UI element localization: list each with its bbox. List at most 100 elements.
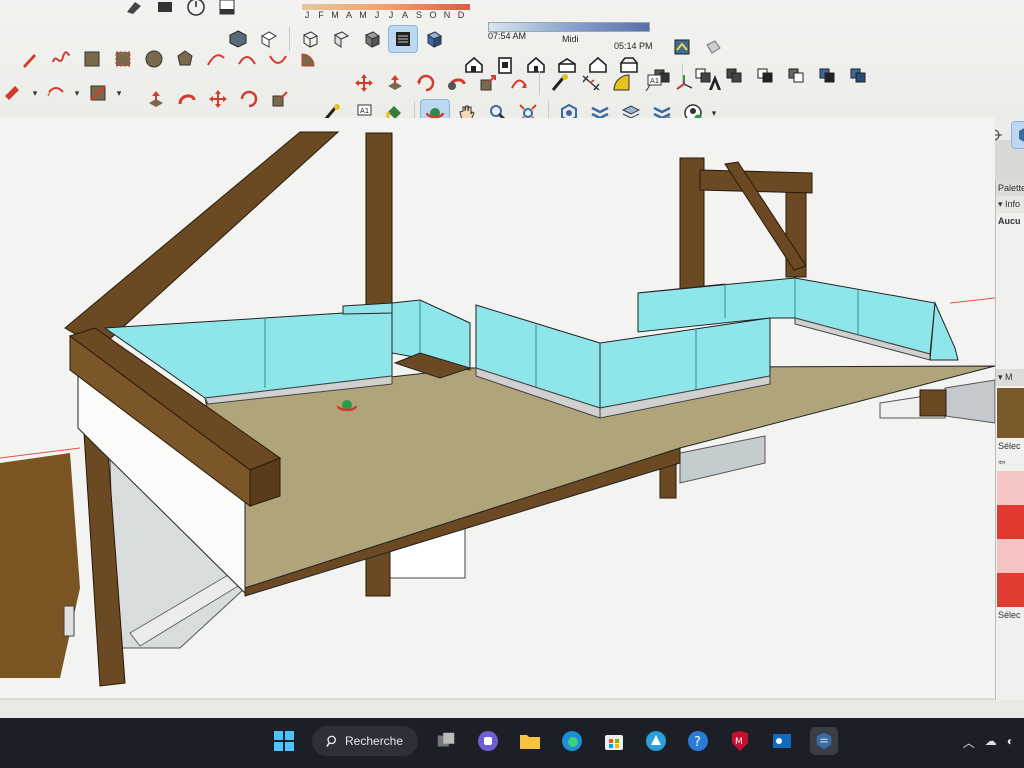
fog-icon[interactable] bbox=[213, 0, 241, 20]
subtract-icon[interactable] bbox=[751, 62, 779, 88]
polygon-icon[interactable] bbox=[171, 46, 199, 72]
trim-icon[interactable] bbox=[782, 62, 810, 88]
chevron-up-icon[interactable]: ︿ bbox=[963, 734, 975, 751]
select-dropdown-icon[interactable]: ▾ bbox=[31, 88, 39, 99]
push-pull-icon[interactable] bbox=[381, 70, 409, 96]
materials-title: M bbox=[1005, 372, 1013, 382]
protractor-icon[interactable] bbox=[608, 70, 636, 96]
month-label: J bbox=[388, 10, 394, 20]
month-label: J bbox=[304, 10, 310, 20]
hidden-line-style-icon[interactable] bbox=[358, 26, 386, 52]
mcafee-icon[interactable]: M bbox=[726, 727, 754, 755]
follow-me-icon[interactable] bbox=[443, 70, 471, 96]
partial-tool-icon[interactable] bbox=[120, 0, 148, 20]
svg-text:A1: A1 bbox=[360, 107, 369, 115]
materials-header[interactable]: ▾ M bbox=[996, 369, 1024, 386]
rotated-rectangle-icon[interactable] bbox=[109, 46, 137, 72]
material-swatch[interactable] bbox=[997, 471, 1024, 505]
entity-info-title: Info bbox=[1005, 199, 1021, 209]
rotate-alt-icon[interactable] bbox=[235, 86, 263, 112]
scale-icon[interactable] bbox=[474, 70, 502, 96]
shadow-toggle-icon[interactable] bbox=[151, 0, 179, 20]
select-icon[interactable] bbox=[0, 80, 28, 106]
two-point-arc-icon[interactable] bbox=[233, 46, 261, 72]
material-swatch[interactable] bbox=[997, 573, 1024, 607]
account-dropdown-icon[interactable]: ▾ bbox=[710, 108, 718, 119]
current-material-swatch[interactable] bbox=[997, 388, 1024, 438]
network-icon[interactable]: ☁ bbox=[985, 734, 997, 751]
split-icon[interactable] bbox=[813, 62, 841, 88]
solid-inspector-icon[interactable] bbox=[844, 62, 872, 88]
entity-info-value: Aucu bbox=[998, 216, 1021, 226]
move-alt-icon[interactable] bbox=[204, 86, 232, 112]
month-label: A bbox=[345, 10, 352, 20]
default-tray: Palette ▾ Info Aucu ▾ M Sélec ⇦ Sélec bbox=[995, 180, 1024, 700]
pencil-icon[interactable] bbox=[16, 46, 44, 72]
rectangle-icon[interactable] bbox=[78, 46, 106, 72]
three-d-text-icon[interactable] bbox=[701, 70, 729, 96]
time-end-label: 05:14 PM bbox=[614, 41, 653, 51]
text-icon[interactable]: A1 bbox=[639, 70, 667, 96]
extension-icon[interactable] bbox=[699, 34, 727, 60]
task-view-icon[interactable] bbox=[432, 727, 460, 755]
shaded-style-icon[interactable] bbox=[388, 25, 418, 53]
taskbar-search[interactable]: Recherche bbox=[312, 726, 418, 756]
follow-me-alt-icon[interactable] bbox=[173, 86, 201, 112]
push-pull-alt-icon[interactable] bbox=[142, 86, 170, 112]
warehouse-icon[interactable] bbox=[668, 34, 696, 60]
cloud-sync-icon[interactable]: ◐ bbox=[1007, 734, 1014, 751]
store-icon[interactable] bbox=[600, 727, 628, 755]
month-label: A bbox=[401, 10, 408, 20]
photos-icon[interactable] bbox=[642, 727, 670, 755]
arc-dropdown-icon[interactable]: ▾ bbox=[73, 88, 81, 99]
teams-icon[interactable] bbox=[474, 727, 502, 755]
material-swatch[interactable] bbox=[997, 539, 1024, 573]
tape-measure-icon[interactable] bbox=[546, 70, 574, 96]
search-icon bbox=[326, 735, 336, 747]
offset-icon[interactable] bbox=[505, 70, 533, 96]
material-swatch[interactable] bbox=[997, 505, 1024, 539]
back-post bbox=[365, 132, 393, 316]
axes-icon[interactable] bbox=[670, 70, 698, 96]
windows-start-icon[interactable] bbox=[270, 727, 298, 755]
status-bar bbox=[0, 700, 1024, 718]
month-label: N bbox=[443, 10, 451, 20]
default-tray-icon[interactable] bbox=[1011, 121, 1024, 149]
svg-text:A1: A1 bbox=[650, 77, 659, 85]
wireframe-style-icon[interactable] bbox=[327, 26, 355, 52]
model-canvas[interactable] bbox=[0, 118, 996, 698]
shape-dropdown-icon[interactable]: ▾ bbox=[115, 88, 123, 99]
arc-icon[interactable] bbox=[202, 46, 230, 72]
modeling-viewport[interactable] bbox=[0, 118, 996, 698]
freehand-icon[interactable] bbox=[47, 46, 75, 72]
time-start-label: 07:54 AM bbox=[488, 31, 527, 41]
sketchup-icon[interactable] bbox=[810, 727, 838, 755]
clock-icon[interactable] bbox=[182, 0, 210, 20]
edge-icon[interactable] bbox=[558, 727, 586, 755]
eraser-icon[interactable] bbox=[84, 80, 112, 106]
month-label: F bbox=[318, 10, 324, 20]
search-label: Recherche bbox=[345, 734, 404, 748]
outlook-icon[interactable] bbox=[768, 727, 796, 755]
system-tray: ︿ ☁ ◐ bbox=[963, 734, 1014, 751]
rotate-icon[interactable] bbox=[412, 70, 440, 96]
month-label: O bbox=[429, 10, 437, 20]
select-label-2: Sélec bbox=[998, 610, 1021, 620]
three-point-arc-icon[interactable] bbox=[264, 46, 292, 72]
circle-icon[interactable] bbox=[140, 46, 168, 72]
scale-alt-icon[interactable] bbox=[266, 86, 294, 112]
right-stair bbox=[944, 379, 996, 424]
pie-icon[interactable] bbox=[295, 46, 323, 72]
lasso-icon[interactable] bbox=[42, 80, 70, 106]
file-explorer-icon[interactable] bbox=[516, 727, 544, 755]
month-label: J bbox=[374, 10, 380, 20]
textured-style-icon[interactable] bbox=[420, 26, 448, 52]
dimension-icon[interactable] bbox=[577, 70, 605, 96]
entity-info-header[interactable]: ▾ Info bbox=[996, 196, 1024, 213]
back-arrow-icon[interactable]: ⇦ bbox=[996, 454, 1024, 471]
help-icon[interactable]: ? bbox=[684, 727, 712, 755]
month-label: D bbox=[457, 10, 465, 20]
move-icon[interactable] bbox=[350, 70, 378, 96]
month-label: S bbox=[415, 10, 422, 20]
month-label: M bbox=[331, 10, 339, 20]
